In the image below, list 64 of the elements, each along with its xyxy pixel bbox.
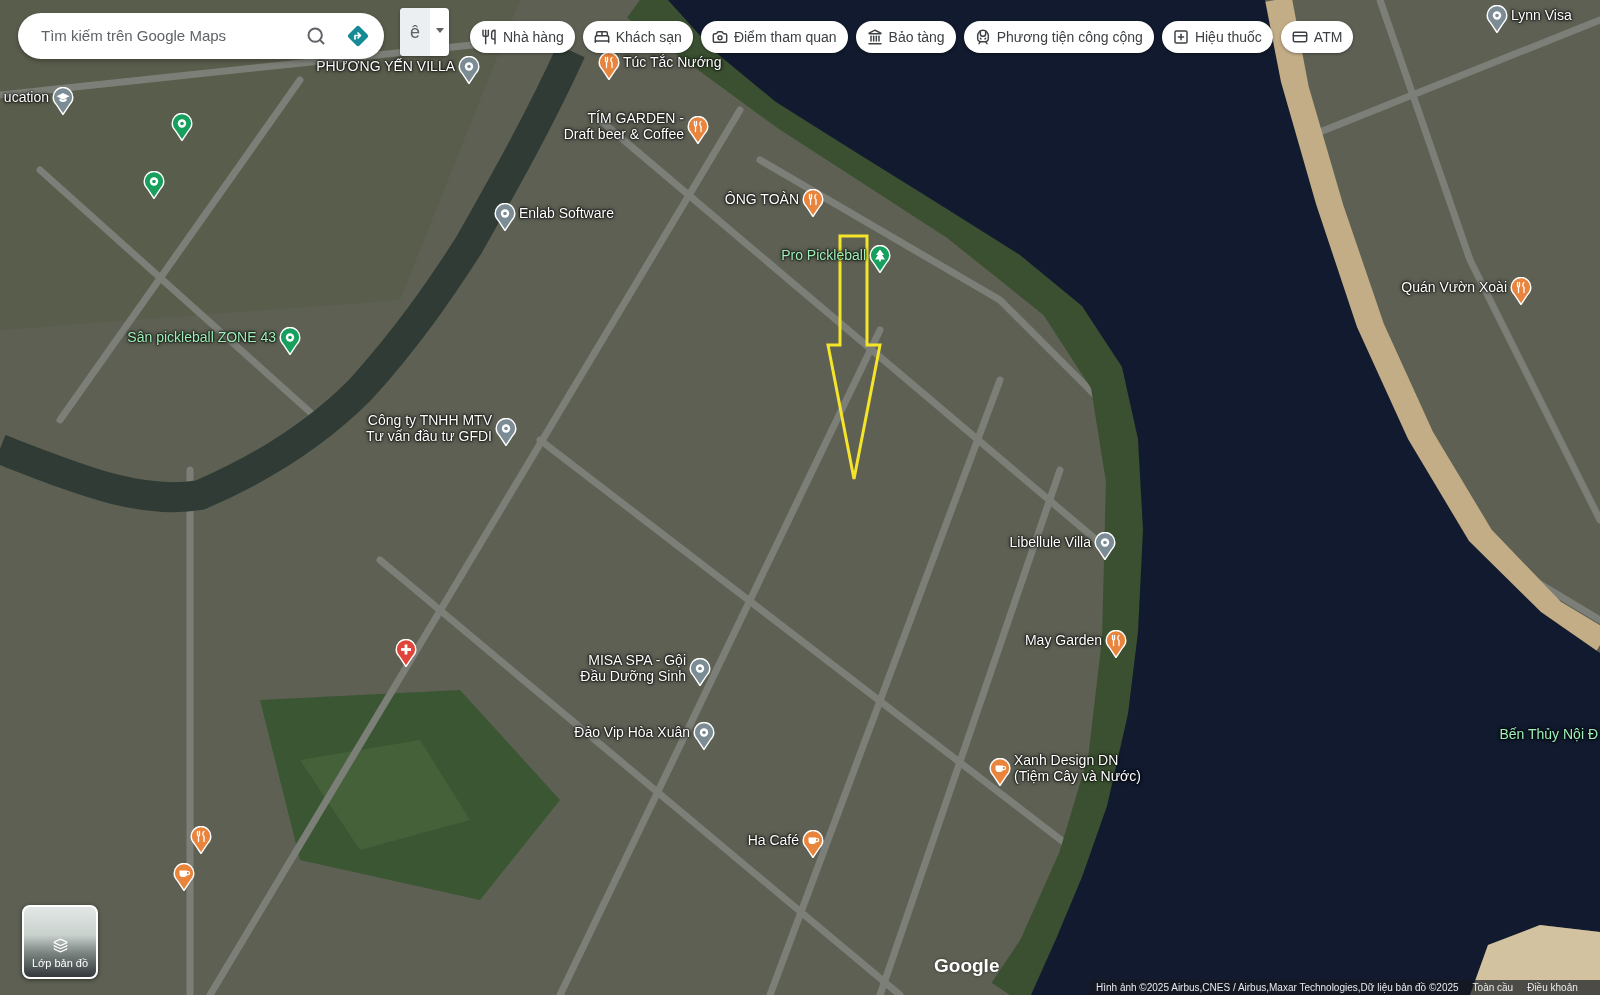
layers-icon bbox=[52, 937, 68, 953]
pin-icon[interactable] bbox=[689, 657, 711, 686]
place-label[interactable]: Quán Vườn Xoài bbox=[1401, 279, 1507, 295]
train-icon bbox=[974, 29, 991, 45]
place-label[interactable]: Ha Café bbox=[747, 832, 799, 848]
place-label[interactable]: Đảo Vip Hòa Xuân bbox=[574, 724, 690, 740]
place-label[interactable]: TÍM GARDEN - Draft beer & Coffee bbox=[563, 110, 684, 142]
search-bar[interactable]: Tìm kiếm trên Google Maps bbox=[18, 13, 384, 59]
tree-pin-icon[interactable] bbox=[869, 244, 891, 273]
category-chip[interactable]: Điểm tham quan bbox=[700, 21, 848, 53]
pin-icon[interactable] bbox=[143, 170, 165, 199]
place-label[interactable]: PHƯƠNG YẾN VILLA bbox=[316, 58, 455, 74]
fork-knife-pin-icon[interactable] bbox=[1510, 276, 1532, 305]
place-label[interactable]: May Garden bbox=[1024, 632, 1102, 648]
cup-pin-icon[interactable] bbox=[989, 757, 1011, 786]
fork-knife-pin-icon[interactable] bbox=[598, 51, 620, 80]
pin-icon[interactable] bbox=[693, 721, 715, 750]
place-label[interactable]: MISA SPA - Gội Đầu Dưỡng Sinh bbox=[580, 652, 686, 684]
place-label[interactable]: Bến Thủy Nội Đ bbox=[1499, 726, 1598, 742]
camera-icon bbox=[711, 29, 728, 45]
fork-knife-pin-icon[interactable] bbox=[190, 825, 212, 854]
category-chip[interactable]: Phương tiện công cộng bbox=[963, 21, 1154, 53]
pin-icon[interactable] bbox=[458, 55, 480, 84]
place-label[interactable]: Libellule Villa bbox=[1009, 534, 1091, 550]
pin-icon[interactable] bbox=[1094, 531, 1116, 560]
place-label[interactable]: Sân pickleball ZONE 43 bbox=[127, 329, 276, 345]
place-label[interactable]: Enlab Software bbox=[519, 205, 614, 221]
footer-link[interactable]: Toàn cầu bbox=[1472, 981, 1514, 994]
cup-pin-icon[interactable] bbox=[173, 862, 195, 891]
cross-pin-icon[interactable] bbox=[395, 638, 417, 667]
google-logo: Google bbox=[934, 955, 1000, 977]
fork-knife-pin-icon[interactable] bbox=[802, 188, 824, 217]
card-icon bbox=[1291, 29, 1308, 45]
cap-pin-icon[interactable] bbox=[52, 86, 74, 115]
search-icon bbox=[306, 26, 326, 46]
museum-icon bbox=[866, 29, 883, 45]
footer-link[interactable]: Điều khoản bbox=[1527, 981, 1578, 994]
category-chip[interactable]: ATM bbox=[1280, 21, 1354, 53]
pin-icon[interactable] bbox=[171, 112, 193, 141]
place-label[interactable]: Túc Tắc Nướng bbox=[623, 54, 722, 70]
pin-icon[interactable] bbox=[495, 417, 517, 446]
fork-knife-icon bbox=[481, 29, 497, 45]
fork-knife-pin-icon[interactable] bbox=[1105, 629, 1127, 658]
place-label[interactable]: Công ty TNHH MTV Tư vấn đầu tư GFDI bbox=[365, 412, 492, 444]
pin-icon[interactable] bbox=[494, 202, 516, 231]
input-tool-button[interactable]: ê bbox=[400, 8, 430, 56]
place-label[interactable]: ÔNG TOÀN bbox=[724, 191, 799, 207]
pin-icon[interactable] bbox=[279, 326, 301, 355]
fork-knife-pin-icon[interactable] bbox=[687, 115, 709, 144]
layers-button[interactable]: Lớp bản đồ bbox=[22, 905, 98, 979]
medical-cross-icon bbox=[1172, 29, 1189, 45]
category-chip[interactable]: Hiệu thuốc bbox=[1161, 21, 1273, 53]
place-label[interactable]: ucation bbox=[3, 89, 49, 105]
attribution-text: Hình ảnh ©2025 Airbus,CNES / Airbus,Maxar Technologies,Dữ liệu bản đồ ©2025 bbox=[1096, 981, 1459, 994]
place-label[interactable]: Xanh Design DN (Tiệm Cây và Nước) bbox=[1014, 752, 1141, 784]
search-field[interactable]: Tìm kiếm trên Google Maps bbox=[41, 24, 290, 48]
pin-icon[interactable] bbox=[1486, 4, 1508, 33]
cup-pin-icon[interactable] bbox=[802, 829, 824, 858]
category-chip[interactable]: Nhà hàng bbox=[470, 21, 575, 53]
place-label[interactable]: Lynn Visa bbox=[1511, 7, 1572, 23]
category-chip[interactable]: Khách sạn bbox=[582, 21, 693, 53]
category-chip[interactable]: Bảo tàng bbox=[855, 21, 956, 53]
bed-icon bbox=[593, 29, 610, 45]
caret-icon bbox=[435, 28, 444, 33]
